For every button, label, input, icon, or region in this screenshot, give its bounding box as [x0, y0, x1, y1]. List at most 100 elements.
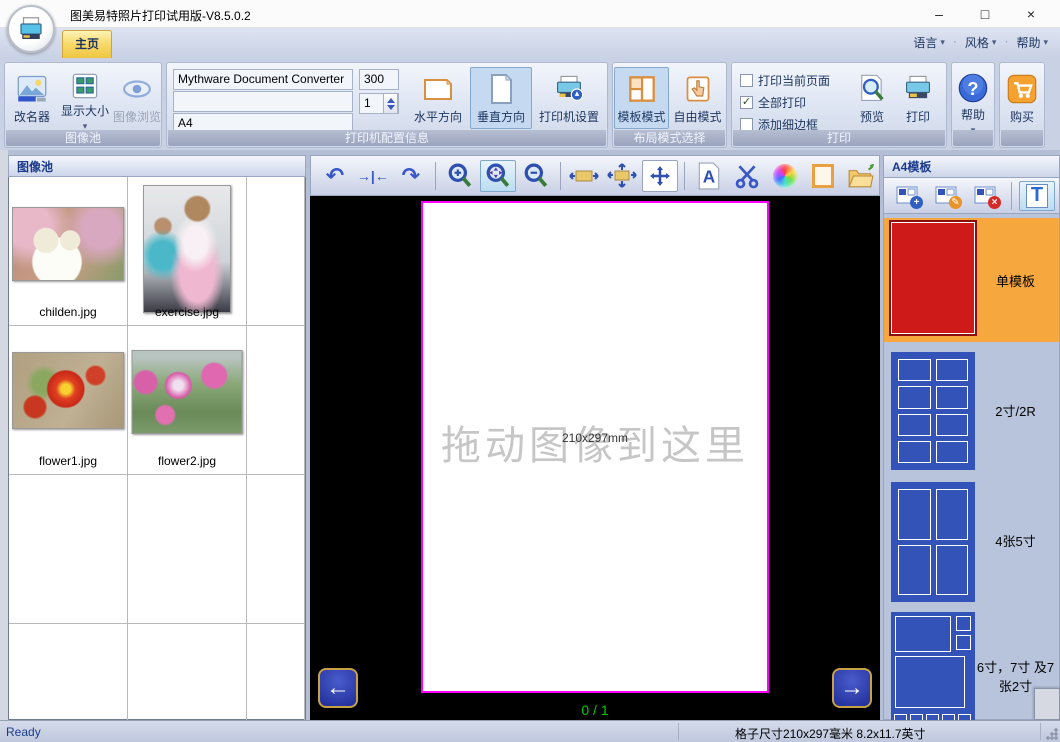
- checkbox-print-all[interactable]: ✓ 全部打印: [740, 93, 806, 111]
- stretch-both-button[interactable]: [604, 160, 640, 192]
- zoom-out-button[interactable]: [518, 160, 554, 192]
- thumbnail-exercise[interactable]: [143, 185, 231, 313]
- app-menu-button[interactable]: [7, 5, 55, 53]
- arrow-left-icon: ←: [326, 674, 350, 702]
- add-template-button[interactable]: +: [890, 181, 926, 211]
- arrow-right-icon: →: [840, 674, 864, 702]
- rotate-left-icon: ↶: [326, 165, 344, 187]
- maximize-button[interactable]: □: [962, 0, 1008, 28]
- open-folder-icon: [847, 163, 875, 189]
- image-pool-cell-empty[interactable]: [247, 475, 305, 624]
- move-button[interactable]: [642, 160, 678, 192]
- group-label-print: 打印: [733, 130, 945, 146]
- help-button[interactable]: ? 帮助 ▾: [945, 67, 1001, 129]
- image-pool-cell-empty[interactable]: [247, 326, 305, 475]
- chevron-down-icon: ▾: [992, 37, 997, 48]
- menu-language[interactable]: 语言▾: [909, 34, 949, 51]
- checkbox-checked-icon: ✓: [740, 96, 753, 109]
- menu-style[interactable]: 风格▾: [961, 34, 1001, 51]
- group-help: ? 帮助 ▾: [951, 62, 995, 148]
- zoom-pan-icon: [485, 163, 511, 189]
- zoom-pan-button[interactable]: [480, 160, 516, 192]
- template-item-single[interactable]: 单模板: [884, 218, 1059, 342]
- image-pool-cell-empty[interactable]: [128, 475, 247, 624]
- rotate-right-button[interactable]: ↷: [393, 160, 429, 192]
- buy-button[interactable]: 购买: [994, 67, 1050, 129]
- thumbnail-filename: flower1.jpg: [9, 454, 127, 468]
- screen-edge-artifact: [0, 150, 8, 720]
- group-print: 打印当前页面 ✓ 全部打印 添加细边框 预览: [731, 62, 947, 148]
- landscape-button[interactable]: 水平方向: [407, 67, 469, 129]
- template-panel-header: A4模板: [884, 156, 1059, 178]
- dpi-field[interactable]: 300: [359, 69, 399, 90]
- image-pool-panel: 图像池 childen.jpg exercise.jpg flower1.jpg…: [8, 155, 306, 720]
- thumbnail-filename: flower2.jpg: [128, 454, 246, 468]
- thumbnail-childen[interactable]: [12, 207, 124, 281]
- image-pool-cell-empty[interactable]: [247, 177, 305, 326]
- zoom-in-button[interactable]: [442, 160, 478, 192]
- status-grid-size: 格子尺寸210x297毫米 8.2x11.7英寸: [735, 725, 926, 742]
- spin-up-icon: [387, 98, 395, 103]
- svg-text:?: ?: [967, 78, 978, 99]
- svg-text:A: A: [703, 166, 715, 186]
- minimize-button[interactable]: –: [916, 0, 962, 28]
- rename-tool-button[interactable]: 改名器: [7, 67, 57, 129]
- open-folder-button[interactable]: [843, 160, 879, 192]
- image-browse-button[interactable]: 图像浏览: [111, 67, 163, 129]
- move-icon: [648, 164, 672, 188]
- preview-button[interactable]: 预览: [850, 67, 894, 129]
- image-pool-item[interactable]: flower2.jpg: [128, 326, 247, 475]
- image-pool-cell-empty[interactable]: [9, 475, 128, 624]
- align-center-button[interactable]: →|←: [355, 160, 391, 192]
- a4-page[interactable]: 拖动图像到这里 210x297mm: [421, 201, 769, 693]
- template-layout-icon: [625, 72, 659, 106]
- template-item-4x5inch[interactable]: 4张5寸: [884, 478, 1059, 602]
- thumbnail-flower1[interactable]: [12, 352, 124, 429]
- page-counter: 0 / 1: [310, 702, 880, 718]
- portrait-page-icon: [484, 72, 518, 106]
- print-canvas[interactable]: 拖动图像到这里 210x297mm ← → 0 / 1: [310, 196, 880, 720]
- landscape-page-icon: [421, 72, 455, 106]
- cut-button[interactable]: [729, 160, 765, 192]
- display-size-button[interactable]: 显示大小 ▾: [57, 67, 113, 129]
- rotate-left-button[interactable]: ↶: [317, 160, 353, 192]
- delete-template-button[interactable]: ×: [968, 181, 1004, 211]
- stretch-width-button[interactable]: [567, 160, 603, 192]
- image-pool-item[interactable]: childen.jpg: [9, 177, 128, 326]
- rotate-right-icon: ↷: [402, 165, 420, 187]
- tab-home[interactable]: 主页: [62, 30, 112, 58]
- thumbnail-flower2[interactable]: [132, 350, 243, 434]
- group-label-printer-config: 打印机配置信息: [168, 130, 606, 146]
- add-text-button[interactable]: A: [691, 160, 727, 192]
- close-button[interactable]: ×: [1008, 0, 1054, 28]
- template-mode-button[interactable]: 模板模式: [614, 67, 669, 129]
- printer-setup-button[interactable]: 打印机设置: [535, 67, 603, 129]
- status-ready-text: Ready: [6, 725, 41, 739]
- image-pool-item[interactable]: flower1.jpg: [9, 326, 128, 475]
- copies-stepper[interactable]: [383, 93, 398, 114]
- close-icon: ×: [1027, 6, 1035, 22]
- color-adjust-button[interactable]: [767, 160, 803, 192]
- printer-extra-combo[interactable]: [173, 91, 353, 112]
- eye-icon: [120, 72, 154, 106]
- printer-settings-icon: [552, 72, 586, 106]
- edit-template-button[interactable]: ✎: [929, 181, 965, 211]
- checkbox-print-current-page[interactable]: 打印当前页面: [740, 71, 830, 89]
- image-pool-item[interactable]: exercise.jpg: [128, 177, 247, 326]
- frame-button[interactable]: [805, 160, 841, 192]
- scissors-icon: [734, 163, 760, 189]
- print-button[interactable]: 打印: [896, 67, 940, 129]
- title-bar: 图美易特照片打印试用版-V8.5.0.2 – □ ×: [0, 0, 1060, 28]
- clipped-popup-fragment: [1034, 688, 1060, 720]
- printer-name-combo[interactable]: Mythware Document Converter: [173, 69, 353, 90]
- grid-size-icon: [68, 72, 102, 100]
- menu-help[interactable]: 帮助▾: [1012, 34, 1052, 51]
- hand-pointer-icon: [681, 72, 715, 106]
- template-item-2inch[interactable]: 2寸/2R: [884, 348, 1059, 472]
- resize-grip[interactable]: [1045, 727, 1058, 740]
- template-text-button[interactable]: T: [1019, 181, 1055, 211]
- free-mode-button[interactable]: 自由模式: [670, 67, 725, 129]
- zoom-out-icon: [523, 163, 549, 189]
- maximize-icon: □: [981, 6, 989, 22]
- portrait-button[interactable]: 垂直方向: [470, 67, 532, 129]
